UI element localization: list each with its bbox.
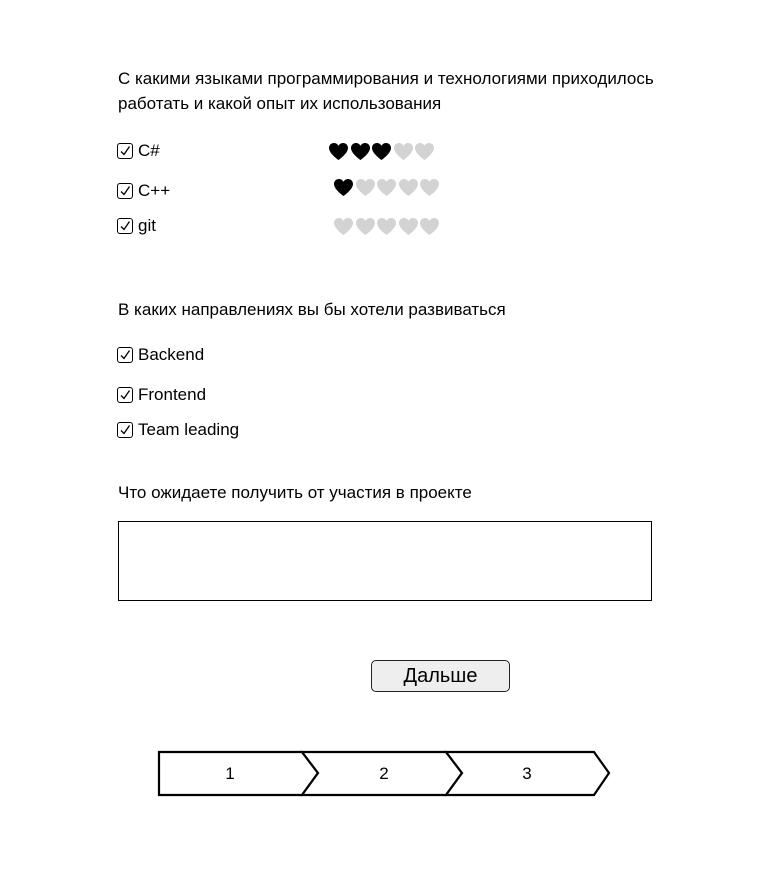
step-2-label: 2 xyxy=(379,764,388,783)
heart-filled-icon[interactable] xyxy=(333,178,354,197)
step-3-label: 3 xyxy=(522,764,531,783)
expectations-question-title: Что ожидаете получить от участия в проек… xyxy=(118,483,472,502)
checkbox-team-leading[interactable] xyxy=(117,422,133,438)
step-chevrons: 1 2 3 xyxy=(157,750,611,797)
language-option-cpp: C++ xyxy=(117,180,170,202)
checkbox-backend[interactable] xyxy=(117,347,133,363)
checkmark-icon xyxy=(120,146,131,156)
heart-filled-icon[interactable] xyxy=(350,142,371,161)
heart-filled-icon[interactable] xyxy=(371,142,392,161)
languages-question-title: С какими языками программирования и техн… xyxy=(118,69,654,113)
step-2[interactable]: 2 xyxy=(299,750,464,797)
checkmark-icon xyxy=(120,425,131,435)
heart-empty-icon[interactable] xyxy=(398,178,419,197)
direction-label-backend: Backend xyxy=(138,345,205,364)
heart-empty-icon[interactable] xyxy=(376,217,397,236)
step-1-label: 1 xyxy=(225,764,234,783)
checkmark-icon xyxy=(120,390,131,400)
step-progress: 1 2 3 xyxy=(150,745,620,805)
rating-cpp[interactable] xyxy=(333,176,441,198)
next-button[interactable]: Дальше xyxy=(371,660,510,692)
checkbox-cpp[interactable] xyxy=(117,183,133,199)
language-option-csharp: C# xyxy=(117,140,160,162)
checkmark-icon xyxy=(120,221,131,231)
step-3[interactable]: 3 xyxy=(443,750,611,797)
heart-empty-icon[interactable] xyxy=(419,178,440,197)
checkmark-icon xyxy=(120,350,131,360)
rating-csharp[interactable] xyxy=(328,140,436,162)
step-1[interactable]: 1 xyxy=(157,750,320,797)
heart-empty-icon[interactable] xyxy=(355,217,376,236)
checkbox-csharp[interactable] xyxy=(117,143,133,159)
direction-label-team-leading: Team leading xyxy=(138,420,240,439)
heart-empty-icon[interactable] xyxy=(355,178,376,197)
direction-label-frontend: Frontend xyxy=(138,385,207,404)
heart-empty-icon[interactable] xyxy=(376,178,397,197)
heart-empty-icon[interactable] xyxy=(414,142,435,161)
checkmark-icon xyxy=(120,186,131,196)
language-label-csharp: C# xyxy=(138,141,160,160)
direction-option-team-leading: Team leading xyxy=(117,419,239,441)
heart-empty-icon[interactable] xyxy=(419,217,440,236)
language-label-git: git xyxy=(138,216,156,235)
direction-option-frontend: Frontend xyxy=(117,384,206,406)
language-option-git: git xyxy=(117,215,156,237)
heart-empty-icon[interactable] xyxy=(333,217,354,236)
checkbox-frontend[interactable] xyxy=(117,387,133,403)
language-label-cpp: C++ xyxy=(138,181,171,200)
expectations-textarea[interactable] xyxy=(118,521,652,601)
checkbox-git[interactable] xyxy=(117,218,133,234)
rating-git[interactable] xyxy=(333,215,441,237)
heart-empty-icon[interactable] xyxy=(393,142,414,161)
heart-filled-icon[interactable] xyxy=(328,142,349,161)
direction-option-backend: Backend xyxy=(117,344,204,366)
directions-question-title: В каких направлениях вы бы хотели развив… xyxy=(118,300,506,319)
heart-empty-icon[interactable] xyxy=(398,217,419,236)
